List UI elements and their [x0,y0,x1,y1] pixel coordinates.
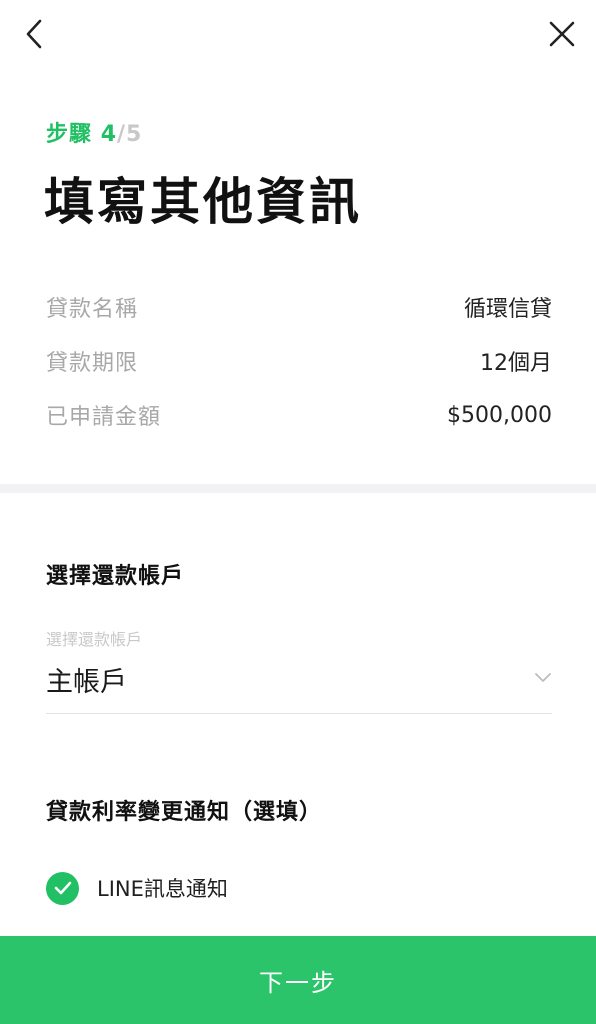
repayment-account-value: 主帳戶 [46,667,127,698]
loan-name-value: 循環信貸 [463,297,552,322]
close-button[interactable] [542,12,582,56]
next-step-button[interactable]: 下一步 [0,936,596,1024]
repayment-account-select[interactable]: 選擇還款帳戶 主帳戶 [46,620,552,714]
step-label: 步驟 [46,122,93,147]
loan-info-row: 貸款期限 12個月 [46,334,552,388]
repayment-account-placeholder: 選擇還款帳戶 [46,630,143,649]
loan-amount-key: 已申請金額 [46,405,162,430]
loan-term-key: 貸款期限 [46,351,139,376]
chevron-left-icon [26,19,42,49]
checkbox-checked-icon[interactable] [46,871,79,905]
top-bar [0,0,596,66]
page-title: 填寫其他資訊 [44,173,362,231]
line-notification-label: LINE訊息通知 [97,877,228,901]
repayment-section-title: 選擇還款帳戶 [46,564,185,589]
line-notification-option[interactable]: LINE訊息通知 [46,870,228,906]
step-separator: / [117,122,127,147]
step-indicator: 步驟 4/5 [46,116,142,148]
close-icon [549,21,575,47]
notification-section-title: 貸款利率變更通知（選填） [46,800,323,825]
back-button[interactable] [14,12,54,56]
loan-info-row: 貸款名稱 循環信貸 [46,280,552,334]
step-current: 4 [100,122,117,147]
loan-amount-value: $500,000 [447,402,552,428]
loan-info-row: 已申請金額 $500,000 [46,388,552,442]
step-total: 5 [126,122,143,147]
section-divider [0,484,596,493]
chevron-down-icon [535,673,551,682]
loan-term-value: 12個月 [480,351,552,376]
check-icon [54,881,71,895]
loan-info-list: 貸款名稱 循環信貸 貸款期限 12個月 已申請金額 $500,000 [46,280,552,442]
loan-name-key: 貸款名稱 [46,297,139,322]
